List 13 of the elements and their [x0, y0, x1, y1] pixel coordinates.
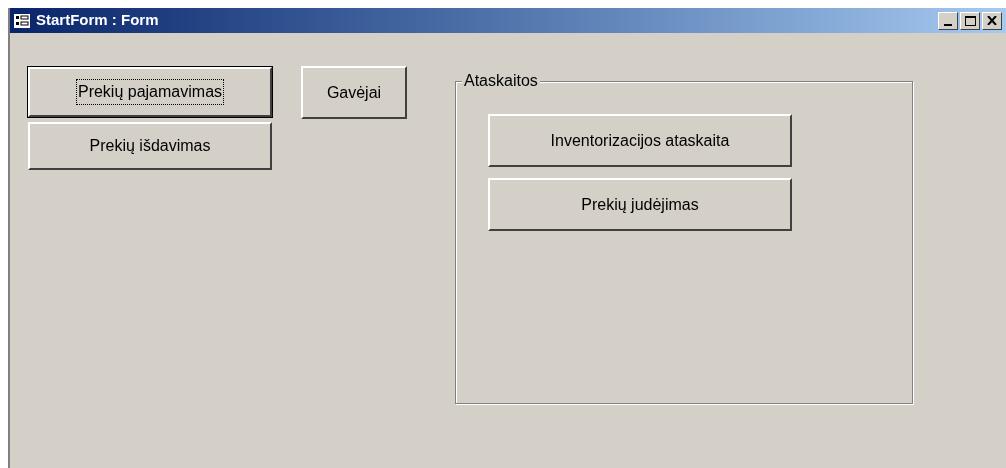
minimize-button[interactable]	[938, 11, 958, 30]
form-button[interactable]: Gavėjai	[301, 66, 407, 119]
form-icon	[14, 13, 30, 28]
minimize-icon	[944, 23, 952, 26]
form-button[interactable]: Prekių išdavimas	[28, 122, 272, 170]
form-button[interactable]: Inventorizacijos ataskaita	[488, 114, 792, 167]
form-button[interactable]: Prekių judėjimas	[488, 178, 792, 231]
close-icon	[987, 16, 997, 25]
maximize-button[interactable]	[960, 11, 980, 30]
window-title: StartForm : Form	[36, 10, 159, 31]
close-button[interactable]	[982, 11, 1002, 30]
maximize-icon	[964, 15, 976, 26]
form-button[interactable]: Prekių pajamavimas	[28, 67, 272, 117]
